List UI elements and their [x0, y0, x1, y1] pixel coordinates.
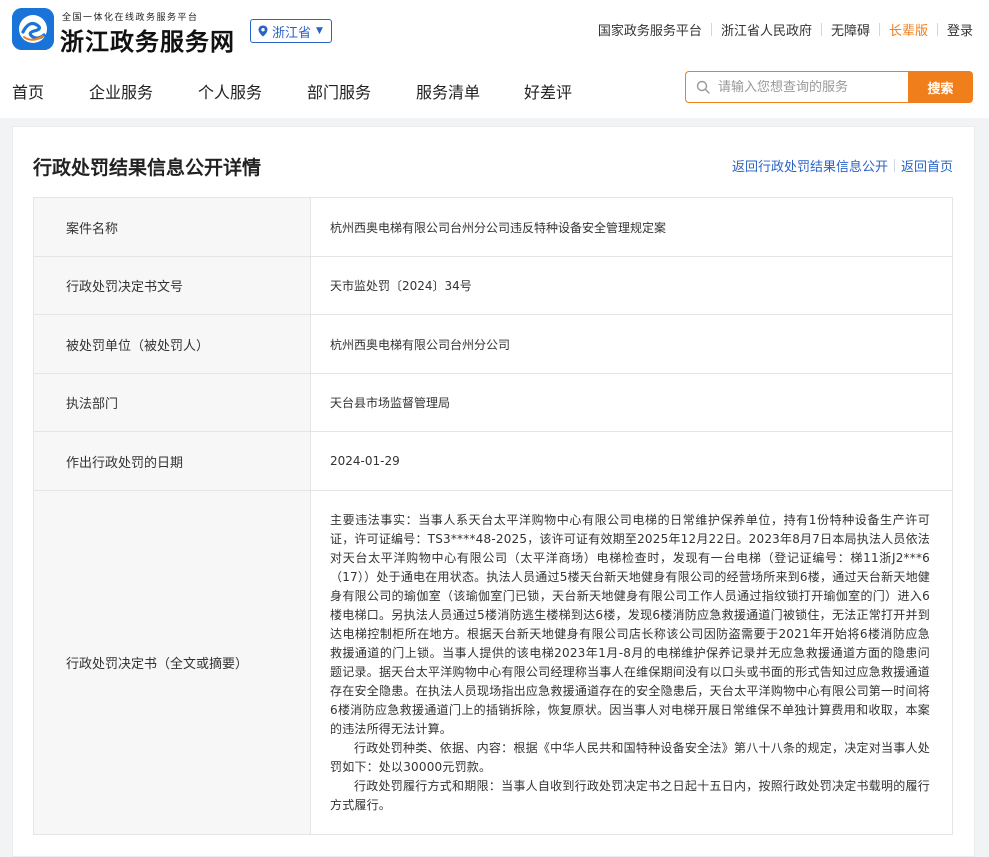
link-accessibility[interactable]: 无障碍: [831, 20, 870, 39]
top-header: 全国一体化在线政务服务平台 浙江政务服务网 浙江省 ▼ 国家政务服务平台 浙江省…: [0, 0, 989, 60]
decision-fulfillment: 行政处罚履行方式和期限：当事人自收到行政处罚决定书之日起十五日内，按照行政处罚决…: [330, 778, 930, 812]
link-national-platform[interactable]: 国家政务服务平台: [598, 20, 702, 39]
table-row: 案件名称 杭州西奥电梯有限公司台州分公司违反特种设备安全管理规定案: [33, 197, 953, 257]
divider: [710, 23, 712, 36]
detail-table: 案件名称 杭州西奥电梯有限公司台州分公司违反特种设备安全管理规定案 行政处罚决定…: [33, 197, 953, 835]
decision-penalty: 行政处罚种类、依据、内容：根据《中华人民共和国特种设备安全法》第八十八条的规定，…: [330, 740, 930, 774]
row-value: 杭州西奥电梯有限公司台州分公司: [330, 337, 511, 352]
nav-item-enterprise[interactable]: 企业服务: [89, 79, 153, 103]
search-button[interactable]: 搜索: [908, 71, 973, 103]
search-input[interactable]: [718, 79, 898, 95]
nav-item-home[interactable]: 首页: [12, 79, 44, 103]
page-title: 行政处罚结果信息公开详情: [33, 157, 262, 179]
row-value: 杭州西奥电梯有限公司台州分公司违反特种设备安全管理规定案: [330, 220, 667, 235]
back-to-list-link[interactable]: 返回行政处罚结果信息公开: [732, 156, 888, 175]
site-title[interactable]: 浙江政务服务网: [60, 22, 235, 57]
region-label: 浙江省: [272, 25, 312, 41]
row-label: 执法部门: [33, 373, 311, 432]
detail-panel: 行政处罚结果信息公开详情 返回行政处罚结果信息公开 返回首页 案件名称 杭州西奥…: [12, 126, 975, 857]
row-value: 2024-01-29: [330, 454, 400, 468]
location-pin-icon: [257, 25, 269, 37]
back-links: 返回行政处罚结果信息公开 返回首页: [732, 156, 953, 175]
row-value: 天台县市场监督管理局: [330, 396, 451, 410]
decision-text: 主要违法事实：当事人系天台太平洋购物中心有限公司电梯的日常维护保养单位，持有1份…: [311, 491, 953, 835]
nav-item-rating[interactable]: 好差评: [524, 79, 572, 103]
region-selector[interactable]: 浙江省 ▼: [250, 19, 332, 43]
logo-icon[interactable]: [12, 8, 54, 50]
caret-down-icon: ▼: [316, 26, 323, 36]
divider: [936, 23, 938, 36]
nav-item-service-list[interactable]: 服务清单: [416, 79, 480, 103]
row-label: 被处罚单位（被处罚人）: [33, 314, 311, 374]
table-row: 行政处罚决定书（全文或摘要） 主要违法事实：当事人系天台太平洋购物中心有限公司电…: [33, 490, 953, 835]
row-label: 案件名称: [33, 197, 311, 257]
divider: [820, 23, 822, 36]
row-value: 天市监处罚〔2024〕34号: [330, 279, 472, 293]
search-box: [685, 71, 909, 103]
search-icon: [696, 80, 710, 94]
decision-facts: 主要违法事实：当事人系天台太平洋购物中心有限公司电梯的日常维护保养单位，持有1份…: [330, 512, 930, 736]
row-label: 行政处罚决定书（全文或摘要）: [33, 490, 311, 835]
divider: [893, 159, 895, 172]
row-label: 作出行政处罚的日期: [33, 431, 311, 491]
table-row: 行政处罚决定书文号 天市监处罚〔2024〕34号: [33, 256, 953, 315]
table-row: 作出行政处罚的日期 2024-01-29: [33, 431, 953, 491]
link-provincial-gov[interactable]: 浙江省人民政府: [721, 20, 812, 39]
back-to-home-link[interactable]: 返回首页: [901, 156, 953, 175]
nav-item-personal[interactable]: 个人服务: [198, 79, 262, 103]
table-row: 执法部门 天台县市场监督管理局: [33, 373, 953, 432]
link-elder-mode[interactable]: 长辈版: [889, 20, 928, 39]
link-login[interactable]: 登录: [947, 20, 973, 39]
row-label: 行政处罚决定书文号: [33, 256, 311, 315]
divider: [878, 23, 880, 36]
nav-item-department[interactable]: 部门服务: [307, 79, 371, 103]
table-row: 被处罚单位（被处罚人） 杭州西奥电梯有限公司台州分公司: [33, 314, 953, 374]
top-links: 国家政务服务平台 浙江省人民政府 无障碍 长辈版 登录: [598, 20, 973, 39]
